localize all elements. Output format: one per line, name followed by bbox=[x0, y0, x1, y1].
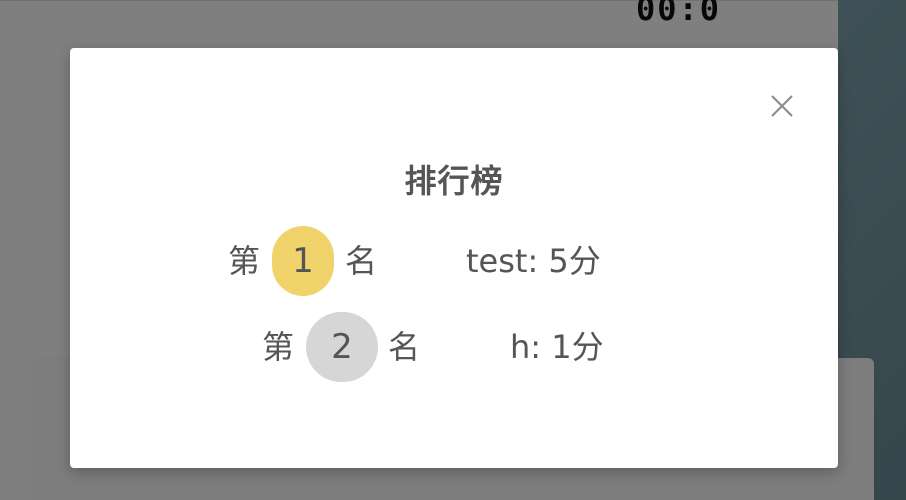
leaderboard-title: 排行榜 bbox=[404, 162, 504, 200]
rank-prefix: 第 bbox=[228, 242, 261, 280]
rank-badge-gold: 1 bbox=[272, 226, 334, 296]
rank-suffix: 名 bbox=[388, 328, 421, 366]
close-button[interactable] bbox=[770, 94, 794, 118]
ranking-entry: test: 5分 bbox=[466, 242, 601, 280]
ranking-row-1: 第 1 名 test: 5分 bbox=[70, 226, 838, 296]
rank-prefix: 第 bbox=[262, 328, 295, 366]
rank-badge-silver: 2 bbox=[306, 312, 378, 382]
ranking-row-2: 第 2 名 h: 1分 bbox=[70, 312, 838, 382]
close-icon bbox=[771, 95, 793, 117]
leaderboard-modal: 排行榜 第 1 名 test: 5分 第 2 名 h: 1分 bbox=[70, 48, 838, 468]
ranking-entry: h: 1分 bbox=[510, 328, 604, 366]
rank-suffix: 名 bbox=[345, 242, 378, 280]
